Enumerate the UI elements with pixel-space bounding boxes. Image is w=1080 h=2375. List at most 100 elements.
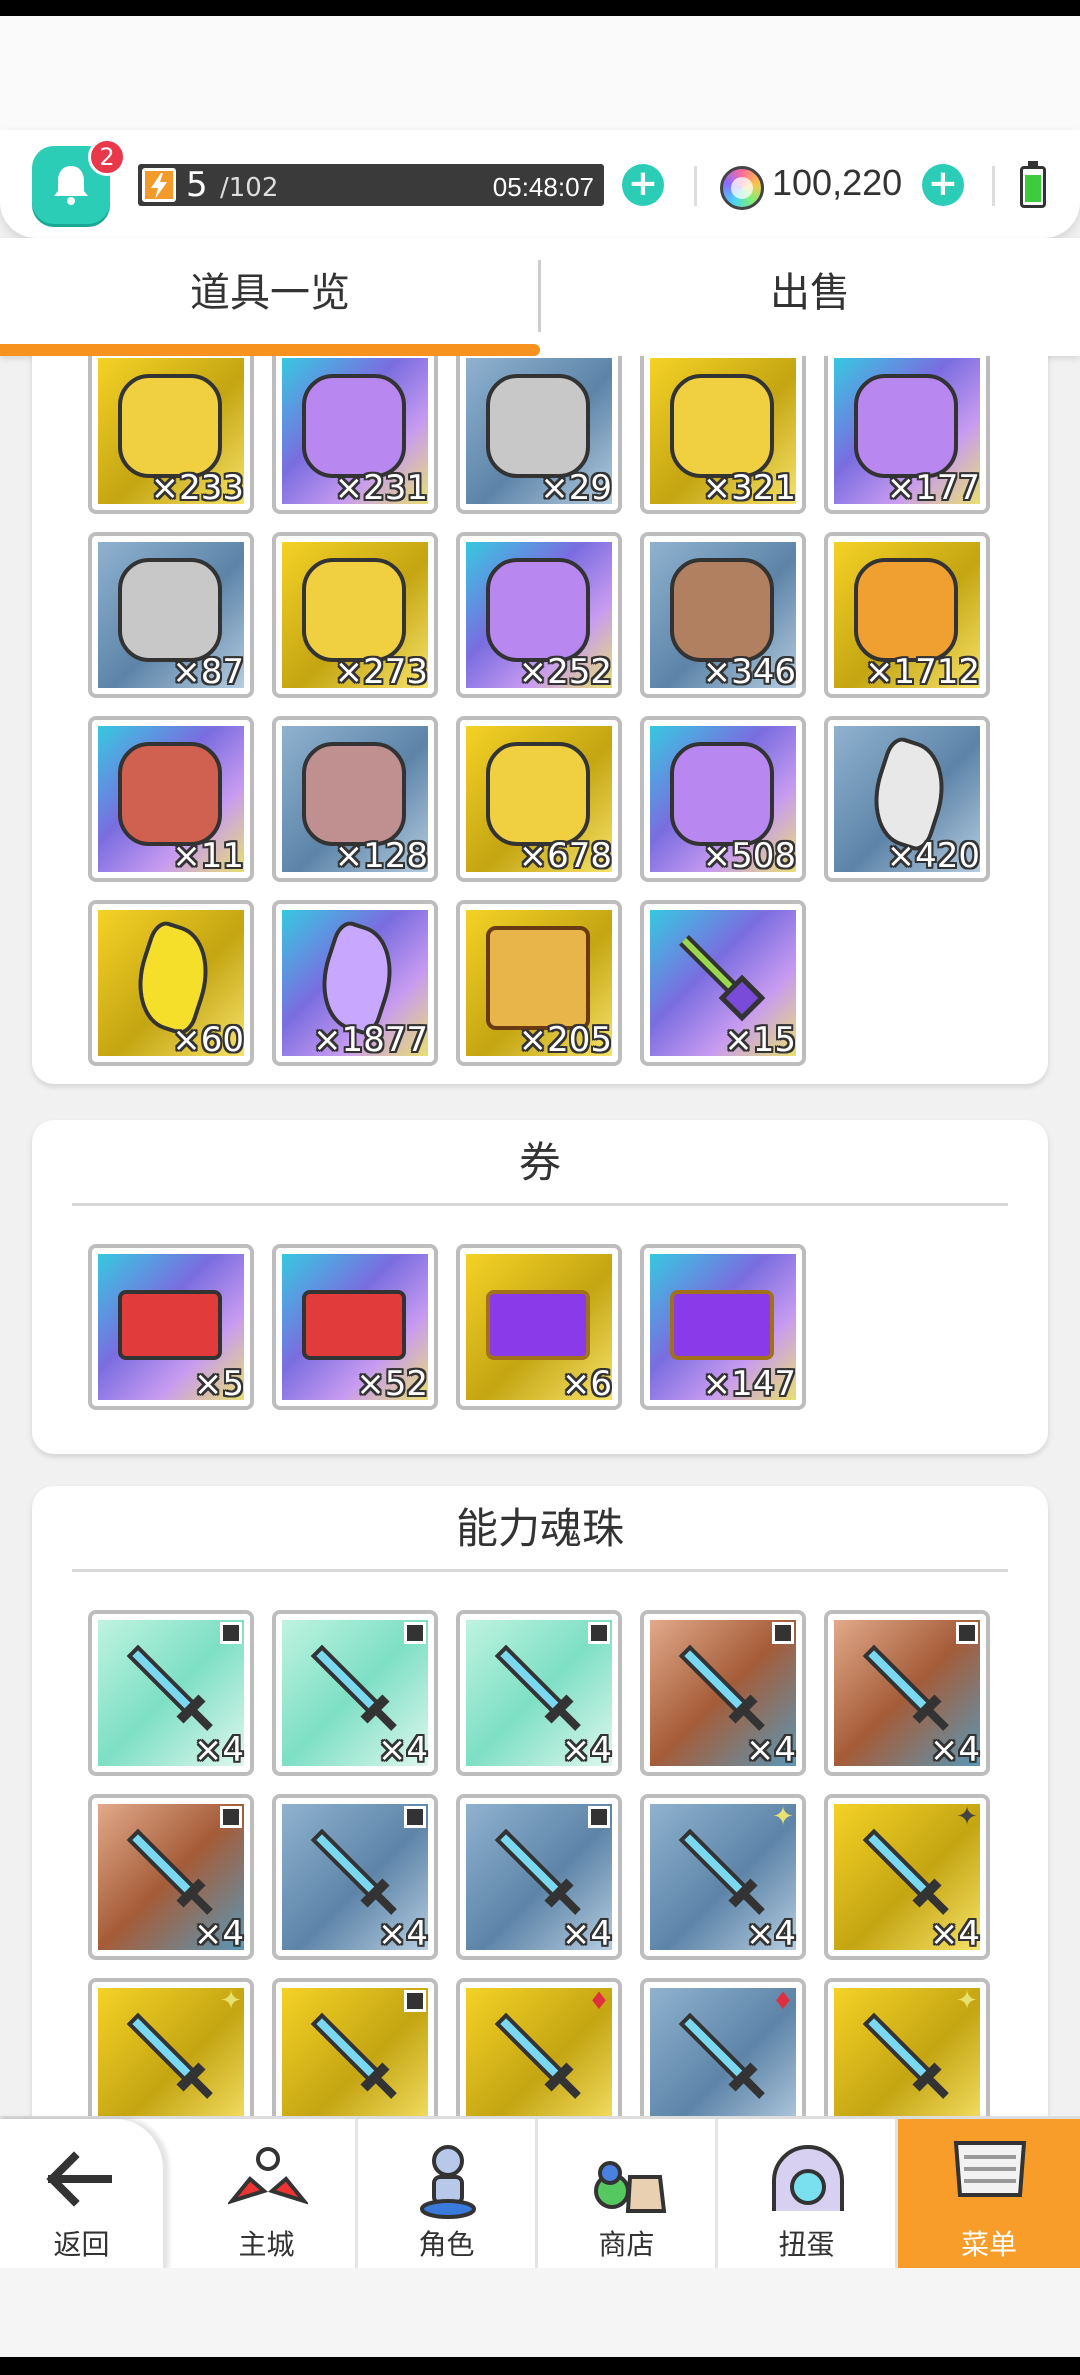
gold-beast-coin-icon	[670, 374, 774, 478]
orb-item[interactable]: ✦ ×4	[824, 1794, 990, 1960]
material-item[interactable]: ×233	[88, 356, 254, 514]
top-area	[0, 16, 1080, 136]
scroll-icon	[486, 926, 590, 1030]
orb-item[interactable]: ×4	[640, 1610, 806, 1776]
nav-castle[interactable]: 主城	[178, 2119, 358, 2271]
ticket-item[interactable]: ×52	[272, 1244, 438, 1410]
item-quantity: ×4	[745, 1914, 796, 1954]
orbs-title: 能力魂珠	[72, 1486, 1008, 1572]
tickets-panel: 券 ×5 ×52 ×6 ×147	[32, 1120, 1048, 1454]
material-item[interactable]: ×1877	[272, 900, 438, 1066]
material-item[interactable]: ×252	[456, 532, 622, 698]
ticket-item[interactable]: ×6	[456, 1244, 622, 1410]
item-quantity: ×233	[150, 468, 244, 508]
nav-castle-label: 主城	[238, 2228, 295, 2261]
material-item[interactable]: ×87	[88, 532, 254, 698]
rank-square-icon	[220, 1806, 242, 1828]
rarity-diamond-icon: ♦	[588, 1987, 610, 2015]
material-item[interactable]: ×273	[272, 532, 438, 698]
purple-wing-coin-icon	[302, 374, 406, 478]
purple-skull-coin-icon	[670, 742, 774, 846]
gauntlet-orb-icon	[118, 1820, 222, 1924]
purple-ticket-stack-icon	[486, 1290, 590, 1360]
staff-orb-icon	[302, 1636, 406, 1740]
orb-item[interactable]	[272, 1978, 438, 2116]
orb-item[interactable]: ×4	[824, 1610, 990, 1776]
greatsword-orb-icon	[670, 1636, 774, 1740]
gacha-icon	[772, 2145, 844, 2211]
item-quantity: ×321	[702, 468, 796, 508]
gold-skull-coin-icon	[486, 742, 590, 846]
orb-item[interactable]: ✦	[88, 1978, 254, 2116]
stamina-bar: 5 /102 05:48:07	[138, 164, 604, 206]
silver-bird-coin-icon	[118, 558, 222, 662]
material-item[interactable]: ×346	[640, 532, 806, 698]
material-item[interactable]: ×420	[824, 716, 990, 882]
nav-character[interactable]: 角色	[358, 2119, 538, 2271]
material-item[interactable]: ×1712	[824, 532, 990, 698]
orb-item[interactable]: ♦	[640, 1978, 806, 2116]
orb-item[interactable]: ♦	[456, 1978, 622, 2116]
orb-item[interactable]: ×4	[88, 1610, 254, 1776]
notification-badge: 2	[88, 138, 126, 176]
orb-item[interactable]: ✦	[824, 1978, 990, 2116]
item-quantity: ×4	[377, 1914, 428, 1954]
material-item[interactable]: ×128	[272, 716, 438, 882]
nav-back-label: 返回	[53, 2228, 110, 2261]
material-item[interactable]: ×321	[640, 356, 806, 514]
ticket-item[interactable]: ×5	[88, 1244, 254, 1410]
material-item[interactable]: ×231	[272, 356, 438, 514]
lance-orb-icon	[118, 2004, 222, 2108]
item-list[interactable]: ×233 ×231 ×29 ×321 ×177 ×87 ×273 ×252 ×346 ×1712 ×…	[0, 356, 1080, 2116]
bronze-bird-coin-icon	[670, 558, 774, 662]
tablet-orb-icon	[670, 2004, 774, 2108]
orb-item[interactable]: ×4	[456, 1610, 622, 1776]
materials-panel: ×233 ×231 ×29 ×321 ×177 ×87 ×273 ×252 ×346 ×1712 ×…	[32, 356, 1048, 1084]
item-quantity: ×128	[334, 836, 428, 876]
material-item[interactable]: ×678	[456, 716, 622, 882]
item-quantity: ×4	[193, 1914, 244, 1954]
castle-icon	[228, 2147, 308, 2205]
crystal-sword-orb-icon	[854, 1820, 958, 1924]
nav-back[interactable]: 返回	[0, 2119, 166, 2271]
stamina-timer: 05:48:07	[492, 172, 594, 202]
rank-square-icon	[588, 1806, 610, 1828]
add-gems-button[interactable]: +	[922, 164, 964, 206]
bottom-nav: 返回 主城 角色 商店 扭蛋 菜单	[0, 2116, 1080, 2271]
bow-orb-icon	[854, 1636, 958, 1740]
item-quantity: ×4	[745, 1730, 796, 1770]
divider	[992, 166, 995, 206]
material-item[interactable]: ×60	[88, 900, 254, 1066]
material-item[interactable]: ×29	[456, 356, 622, 514]
orb-item[interactable]: ✦ ×4	[640, 1794, 806, 1960]
material-item[interactable]: ×508	[640, 716, 806, 882]
nav-menu[interactable]: 菜单	[898, 2119, 1080, 2271]
red-crest-coin-icon	[118, 742, 222, 846]
battery-icon	[1020, 161, 1046, 208]
tab-sell[interactable]: 出售	[540, 238, 1080, 356]
material-item[interactable]: ×177	[824, 356, 990, 514]
nav-gacha[interactable]: 扭蛋	[718, 2119, 898, 2271]
sparkle-icon: ✦	[956, 1986, 978, 2016]
material-item[interactable]: ×205	[456, 900, 622, 1066]
orb-item[interactable]: ×4	[88, 1794, 254, 1960]
red-ticket-icon	[302, 1290, 406, 1360]
lightning-icon	[142, 168, 176, 202]
rank-square-icon	[404, 1622, 426, 1644]
bottom-strip	[0, 2357, 1080, 2375]
orb-item[interactable]: ×4	[272, 1610, 438, 1776]
ticket-item[interactable]: ×147	[640, 1244, 806, 1410]
material-item[interactable]: ×11	[88, 716, 254, 882]
item-quantity: ×87	[172, 652, 244, 692]
nav-shop[interactable]: 商店	[538, 2119, 718, 2271]
item-quantity: ×11	[172, 836, 244, 876]
item-quantity: ×4	[929, 1730, 980, 1770]
tab-item-list[interactable]: 道具一览	[0, 238, 540, 356]
add-stamina-button[interactable]: +	[622, 164, 664, 206]
item-quantity: ×1712	[864, 652, 980, 692]
orb-item[interactable]: ×4	[272, 1794, 438, 1960]
stamina-max: /102	[220, 173, 279, 203]
gold-bird-coin-icon	[302, 558, 406, 662]
orb-item[interactable]: ×4	[456, 1794, 622, 1960]
material-item[interactable]: ×15	[640, 900, 806, 1066]
